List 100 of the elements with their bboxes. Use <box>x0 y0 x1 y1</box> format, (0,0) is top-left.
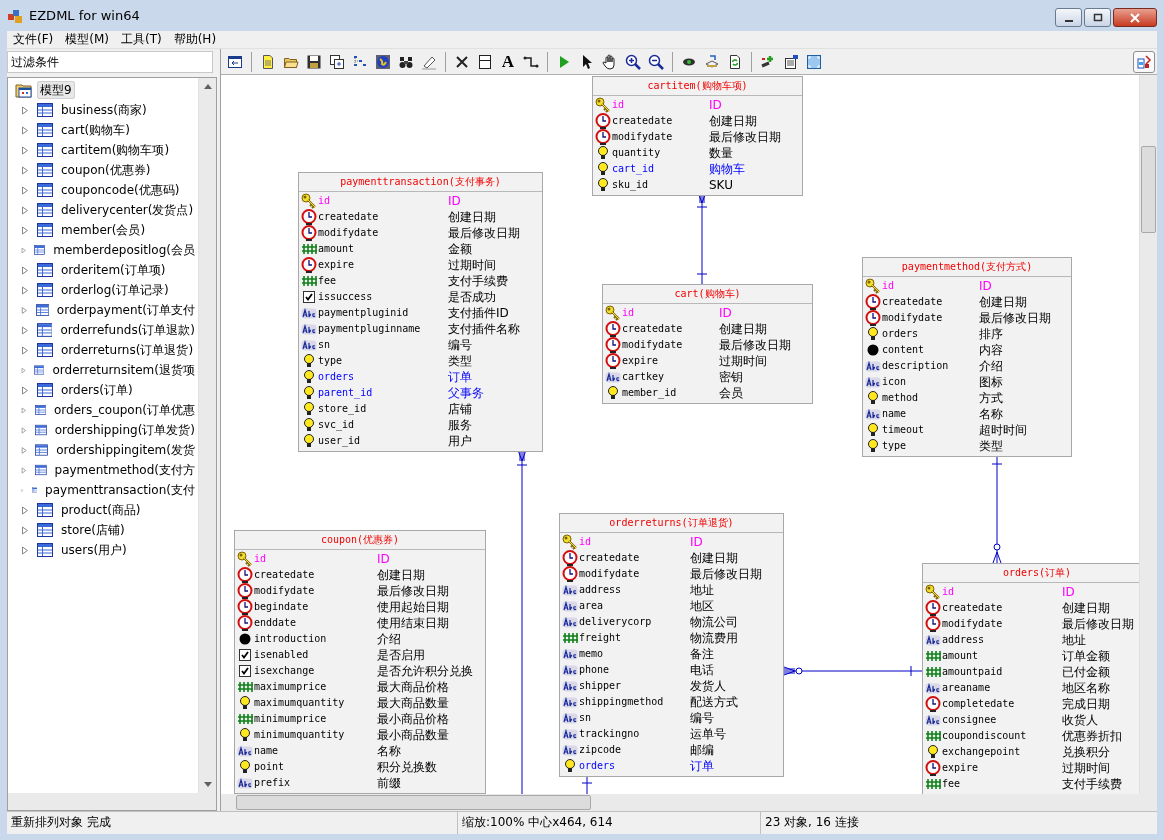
expand-icon[interactable] <box>21 525 29 535</box>
tree-item[interactable]: 模型9 <box>37 81 75 99</box>
key-icon <box>925 584 941 600</box>
field-comment: 配送方式 <box>690 694 739 710</box>
refresh-icon[interactable] <box>727 53 743 70</box>
filter-field[interactable]: 过滤条件 <box>7 51 213 73</box>
zoom-in-icon[interactable] <box>625 53 641 70</box>
field-name: fee <box>318 274 338 288</box>
expand-icon[interactable] <box>21 545 29 555</box>
expand-icon[interactable] <box>21 385 29 395</box>
tree-item[interactable]: paymenttransaction(支付 <box>42 481 198 499</box>
copy-icon[interactable] <box>329 53 345 70</box>
hand-icon[interactable] <box>602 53 618 70</box>
table-icon[interactable] <box>477 53 493 70</box>
tree-item[interactable]: product(商品) <box>58 501 144 519</box>
delete-icon[interactable] <box>454 53 470 70</box>
text-tool-button[interactable]: A <box>501 52 515 71</box>
expand-icon[interactable] <box>21 225 29 235</box>
expand-icon[interactable] <box>21 125 29 135</box>
zoom-out-icon[interactable] <box>648 53 664 70</box>
field-name: createdate <box>612 114 674 128</box>
tree-item[interactable]: business(商家) <box>58 101 150 119</box>
scrollbar[interactable] <box>8 793 216 810</box>
save-icon[interactable] <box>306 53 322 70</box>
entity-box[interactable] <box>234 530 486 794</box>
field-name: point <box>254 760 286 774</box>
entity-box[interactable] <box>298 172 543 452</box>
tree-item[interactable]: orderreturnsitem(退货项 <box>49 361 198 379</box>
tree-item[interactable]: cart(购物车) <box>58 121 133 139</box>
entity-box[interactable]: cartitem(购物车项) id ID createdate 创建日期 modifydate 最后修改日期 quantity 数量 cart_id 购物车 sku_id SKU <box>592 76 803 196</box>
collapse-panel-icon[interactable] <box>227 53 243 70</box>
tree-item[interactable]: users(用户) <box>58 541 130 559</box>
properties-icon[interactable] <box>783 53 799 70</box>
tree-item[interactable]: couponcode(优惠码) <box>58 181 183 199</box>
tree-item[interactable]: store(店铺) <box>58 521 128 539</box>
menu-item[interactable]: 帮助(H) <box>167 31 223 48</box>
fit-page-icon[interactable] <box>806 53 822 70</box>
expand-icon[interactable] <box>21 285 29 295</box>
tree-item[interactable]: member(会员) <box>58 221 149 239</box>
entity-box[interactable]: orderreturns(订单退货) id ID createdate 创建日期 modifydate 最后修改日期 address 地址 area 地区 deliverycorp 物流公司 freight 物流费用 memo 备注 phone 电话 shipper 发货人 shippingmethod 配送方式 sn 编号 trackingno 运单号 zipcode 邮编 orders 订单 <box>559 513 784 777</box>
field-comment: ID <box>448 193 462 209</box>
field-name: area <box>579 599 605 613</box>
expand-icon[interactable] <box>21 205 29 215</box>
tree-item[interactable]: cartitem(购物车项) <box>58 141 173 159</box>
globe-icon[interactable] <box>375 53 391 70</box>
field-name: createdate <box>882 295 944 309</box>
expand-icon[interactable] <box>21 105 29 115</box>
field-name: consignee <box>942 713 998 727</box>
field-comment: 创建日期 <box>979 294 1028 310</box>
field-comment: 是否成功 <box>448 289 497 305</box>
field-comment: 服务 <box>448 417 473 433</box>
field-comment: 发货人 <box>690 678 727 694</box>
field-comment: 类型 <box>448 353 473 369</box>
field-name: createdate <box>622 322 684 336</box>
expand-icon[interactable] <box>21 145 29 155</box>
bulb-icon <box>865 390 881 406</box>
entity-box[interactable]: paymentmethod(支付方式) id ID createdate 创建日期 modifydate 最后修改日期 orders 排序 content 内容 description 介绍 icon 图标 method 方式 name 名称 timeout 超时时间 type 类型 <box>862 257 1072 457</box>
tree-item[interactable]: orderpayment(订单支付 <box>53 301 198 319</box>
scroll-up-icon[interactable] <box>203 84 212 89</box>
tree-item[interactable]: coupon(优惠券) <box>58 161 154 179</box>
new-document-icon[interactable] <box>260 53 276 70</box>
field-name: modifydate <box>882 311 944 325</box>
expand-icon[interactable] <box>21 165 29 175</box>
scrollbar[interactable] <box>221 794 1157 811</box>
tree-item[interactable]: memberdepositlog(会员 <box>50 241 198 259</box>
checkbox-icon <box>301 289 317 305</box>
expand-icon[interactable] <box>21 265 29 275</box>
entity-box[interactable]: orders(订单) id ID createdate 创建日期 modifydate 最后修改日期 address 地址 amount 订单金额 amountpaid 已付金额 areaname 地区名称 completedate 完成日期 consignee 收货人 coupondiscount 优惠券折扣 exchangepoint 兑换积分 expire 过期时间 fee 支付手续费 <box>922 563 1139 794</box>
maximize-button[interactable] <box>1084 8 1111 27</box>
field-comment: 电话 <box>690 662 715 678</box>
expand-icon[interactable] <box>21 505 29 515</box>
tree-item[interactable]: orderreturns(订单退货) <box>58 341 197 359</box>
menu-item[interactable]: 模型(M) <box>59 31 115 48</box>
clock-icon <box>605 321 621 337</box>
tree-item[interactable]: ordershipping(订单发货) <box>51 421 198 439</box>
field-comment: ID <box>377 551 391 567</box>
expand-icon[interactable] <box>21 345 29 355</box>
tree-item[interactable]: orderrefunds(订单退款) <box>57 321 198 339</box>
expand-icon[interactable] <box>21 185 29 195</box>
field-comment: 用户 <box>448 433 473 449</box>
scrollbar[interactable] <box>1139 75 1157 794</box>
close-button[interactable] <box>1113 8 1157 27</box>
switch-view-button[interactable] <box>1133 50 1155 73</box>
tree-item[interactable]: deliverycenter(发货点) <box>58 201 197 219</box>
tree-item[interactable]: orders(订单) <box>58 381 136 399</box>
clock-icon <box>237 567 253 583</box>
tree-item[interactable]: ordershippingitem(发货 <box>53 441 198 459</box>
tree-item[interactable]: orderlog(订单记录) <box>58 281 172 299</box>
tree-item[interactable]: orderitem(订单项) <box>58 261 169 279</box>
minimize-button[interactable] <box>1055 8 1082 27</box>
clock-icon <box>301 257 317 273</box>
tree-item[interactable]: orders_coupon(订单优惠 <box>50 401 198 419</box>
menu-item[interactable]: 工具(T) <box>115 31 168 48</box>
field-comment: 支付手续费 <box>1062 776 1123 792</box>
menu-item[interactable]: 文件(F) <box>7 31 60 48</box>
scroll-down-icon[interactable] <box>203 782 212 787</box>
expand-icon[interactable] <box>21 325 29 335</box>
entity-box[interactable]: cart(购物车) id ID createdate 创建日期 modifydate 最后修改日期 expire 过期时间 cartkey 密钥 member_id 会员 <box>602 284 813 404</box>
scrollbar[interactable] <box>198 78 216 793</box>
tree-item[interactable]: paymentmethod(支付方 <box>51 461 198 479</box>
